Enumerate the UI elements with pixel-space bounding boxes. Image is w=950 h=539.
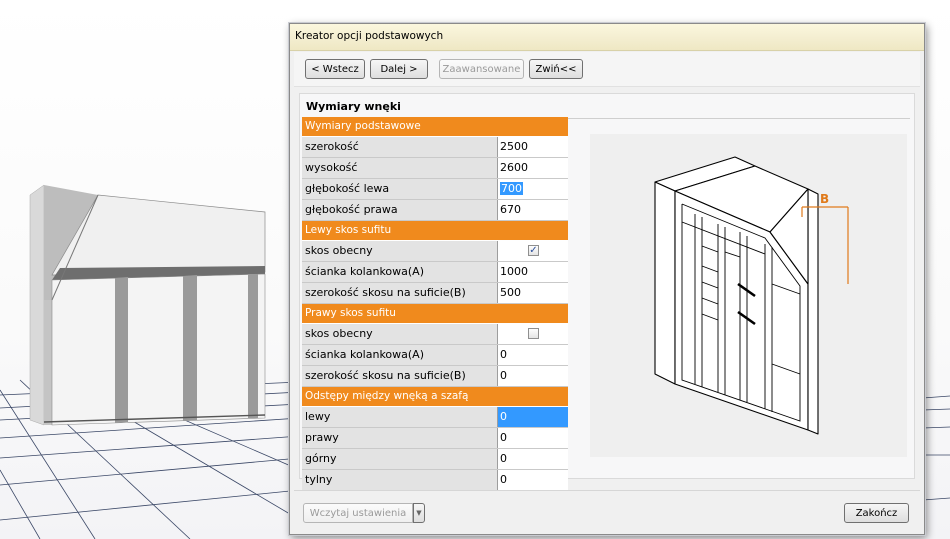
height-field[interactable]: 2600 — [498, 158, 568, 178]
row-label: prawy — [302, 428, 498, 448]
grid-row-left-slope-present[interactable]: skos obecny ✓ — [302, 241, 568, 262]
dialog-footer: Wczytaj ustawienia ▼ Zakończ — [290, 490, 924, 534]
wardrobe-diagram: B — [654, 156, 849, 435]
row-label: ścianka kolankowa(A) — [302, 345, 498, 365]
wizard-dialog: Kreator opcji podstawowych < Wstecz Dale… — [289, 23, 925, 535]
row-label: skos obecny — [302, 241, 498, 261]
load-settings-dropdown[interactable]: ▼ — [413, 503, 425, 523]
selected-text: 700 — [500, 182, 523, 195]
gap-back-field[interactable]: 0 — [498, 470, 568, 490]
left-slope-checkbox[interactable]: ✓ — [528, 245, 539, 256]
row-label: szerokość — [302, 137, 498, 157]
row-label: lewy — [302, 407, 498, 427]
section-header-basic[interactable]: Wymiary podstawowe — [302, 117, 568, 137]
row-label: ścianka kolankowa(A) — [302, 262, 498, 282]
gap-right-field[interactable]: 0 — [498, 428, 568, 448]
footer-divider — [294, 490, 920, 491]
row-label: głębokość prawa — [302, 200, 498, 220]
row-label: szerokość skosu na suficie(B) — [302, 366, 498, 386]
row-label: tylny — [302, 470, 498, 490]
right-slope-width-field[interactable]: 0 — [498, 366, 568, 386]
grid-row-depth-right[interactable]: głębokość prawa 670 — [302, 200, 568, 221]
grid-row-depth-left[interactable]: głębokość lewa 700 — [302, 179, 568, 200]
right-slope-cell — [498, 324, 568, 344]
preview-panel: B — [590, 134, 907, 457]
grid-row-width[interactable]: szerokość 2500 — [302, 137, 568, 158]
right-slope-checkbox[interactable] — [528, 328, 539, 339]
row-label: wysokość — [302, 158, 498, 178]
wardrobe-model — [29, 184, 266, 426]
property-grid: Wymiary podstawowe szerokość 2500 wysoko… — [302, 117, 568, 491]
grid-row-left-knee-wall[interactable]: ścianka kolankowa(A) 1000 — [302, 262, 568, 283]
left-slope-width-field[interactable]: 500 — [498, 283, 568, 303]
next-button[interactable]: Dalej > — [370, 59, 428, 79]
grid-row-right-slope-width[interactable]: szerokość skosu na suficie(B) 0 — [302, 366, 568, 387]
grid-row-gap-left[interactable]: lewy 0 — [302, 407, 568, 428]
window-title: Kreator opcji podstawowych — [295, 30, 444, 42]
panel-title: Wymiary wnęki — [306, 100, 401, 113]
gap-top-field[interactable]: 0 — [498, 449, 568, 469]
load-settings-button[interactable]: Wczytaj ustawienia — [303, 503, 413, 523]
dimension-b-label: B — [820, 192, 829, 206]
grid-row-gap-right[interactable]: prawy 0 — [302, 428, 568, 449]
left-knee-wall-field[interactable]: 1000 — [498, 262, 568, 282]
row-label: szerokość skosu na suficie(B) — [302, 283, 498, 303]
section-header-right-slope[interactable]: Prawy skos sufitu — [302, 304, 568, 324]
grid-row-right-slope-present[interactable]: skos obecny — [302, 324, 568, 345]
left-slope-cell: ✓ — [498, 241, 568, 261]
grid-row-right-knee-wall[interactable]: ścianka kolankowa(A) 0 — [302, 345, 568, 366]
section-header-left-slope[interactable]: Lewy skos sufitu — [302, 221, 568, 241]
chevron-down-icon: ▼ — [416, 509, 422, 517]
toolbar: < Wstecz Dalej > Zaawansowane Zwiń<< — [294, 52, 920, 87]
right-knee-wall-field[interactable]: 0 — [498, 345, 568, 365]
back-button[interactable]: < Wstecz — [305, 59, 365, 79]
collapse-button[interactable]: Zwiń<< — [529, 59, 583, 79]
row-label: górny — [302, 449, 498, 469]
grid-row-gap-top[interactable]: górny 0 — [302, 449, 568, 470]
row-label: głębokość lewa — [302, 179, 498, 199]
title-bar[interactable]: Kreator opcji podstawowych — [290, 24, 924, 51]
advanced-button[interactable]: Zaawansowane — [439, 59, 524, 79]
grid-row-height[interactable]: wysokość 2600 — [302, 158, 568, 179]
width-field[interactable]: 2500 — [498, 137, 568, 157]
section-header-gaps[interactable]: Odstępy między wnęką a szafą — [302, 387, 568, 407]
depth-right-field[interactable]: 670 — [498, 200, 568, 220]
depth-left-field[interactable]: 700 — [498, 179, 568, 199]
grid-row-gap-back[interactable]: tylny 0 — [302, 470, 568, 491]
row-label: skos obecny — [302, 324, 498, 344]
finish-button[interactable]: Zakończ — [844, 503, 909, 523]
gap-left-field[interactable]: 0 — [498, 407, 568, 427]
grid-row-left-slope-width[interactable]: szerokość skosu na suficie(B) 500 — [302, 283, 568, 304]
